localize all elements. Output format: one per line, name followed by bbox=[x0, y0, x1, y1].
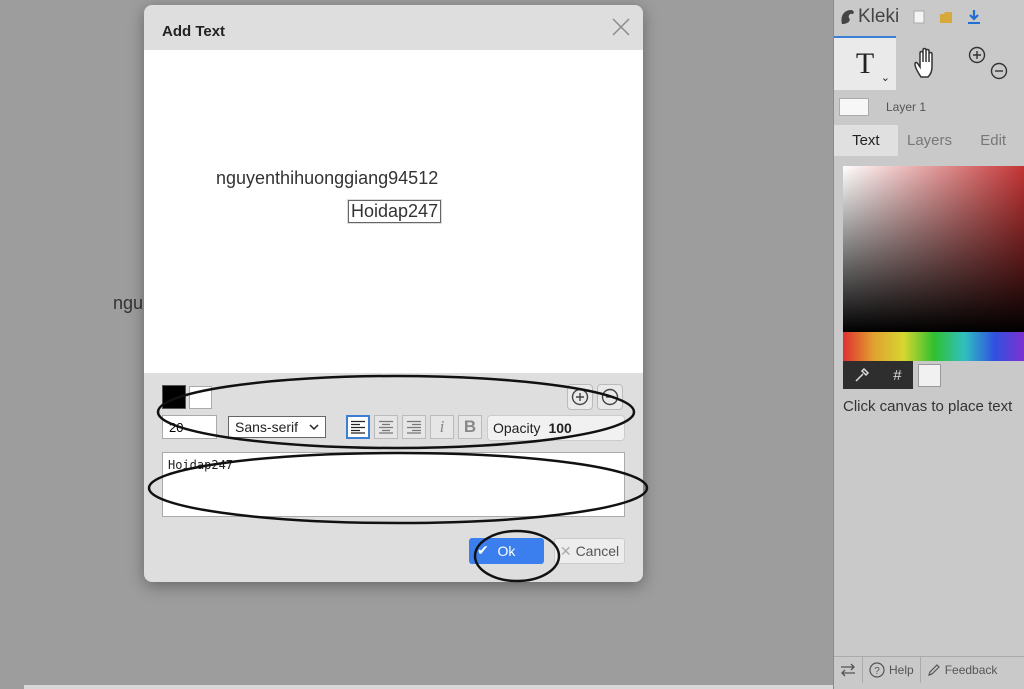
font-family-value: Sans-serif bbox=[235, 419, 299, 435]
tab-layers[interactable]: Layers bbox=[898, 125, 962, 156]
align-left-button[interactable] bbox=[346, 415, 370, 439]
zoom-in-icon[interactable] bbox=[968, 46, 986, 64]
chevron-down-icon: ⌄ bbox=[880, 72, 890, 84]
tab-edit[interactable]: Edit bbox=[961, 125, 1024, 156]
opacity-slider[interactable]: Opacity 100 bbox=[487, 415, 625, 441]
italic-button[interactable]: i bbox=[430, 415, 454, 439]
text-tool-button[interactable]: T ⌄ bbox=[834, 36, 896, 90]
zoom-controls bbox=[958, 36, 1018, 90]
kleki-logo-icon bbox=[841, 10, 854, 24]
zoom-in-button[interactable] bbox=[567, 384, 593, 410]
hex-input-button[interactable]: # bbox=[893, 367, 901, 384]
secondary-color-swatch[interactable] bbox=[918, 364, 941, 387]
align-right-icon bbox=[407, 420, 421, 434]
zoom-out-icon[interactable] bbox=[990, 62, 1008, 80]
help-icon: ? bbox=[869, 662, 885, 678]
cancel-label: Cancel bbox=[575, 543, 620, 559]
checkmark-icon: ✔ bbox=[477, 542, 489, 558]
font-size-input[interactable] bbox=[162, 415, 217, 439]
background-color-swatch[interactable] bbox=[189, 386, 212, 409]
layer-row[interactable]: Layer 1 bbox=[834, 92, 1024, 122]
panel-tabs: Text Layers Edit bbox=[834, 125, 1024, 156]
swap-button[interactable] bbox=[834, 657, 863, 683]
cancel-x-icon: ✕ bbox=[559, 542, 572, 559]
app-name: Kleki bbox=[858, 6, 900, 27]
text-tool-icon: T bbox=[855, 47, 875, 80]
panel-footer: ? Help Feedback bbox=[834, 656, 1024, 683]
svg-text:?: ? bbox=[874, 666, 880, 677]
download-icon[interactable] bbox=[967, 9, 981, 25]
new-file-icon[interactable] bbox=[913, 10, 925, 24]
dialog-header: Add Text bbox=[144, 5, 643, 51]
hand-tool-button[interactable] bbox=[896, 36, 958, 90]
help-button[interactable]: ? Help bbox=[863, 657, 921, 683]
tool-row: T ⌄ bbox=[834, 36, 1024, 90]
help-label: Help bbox=[889, 663, 914, 677]
color-row bbox=[162, 383, 626, 411]
feedback-label: Feedback bbox=[944, 663, 998, 677]
text-preview[interactable]: nguyenthihuonggiang94512 Hoidap247 bbox=[144, 50, 643, 373]
ok-label: Ok bbox=[497, 543, 516, 559]
preview-new-text[interactable]: Hoidap247 bbox=[348, 200, 442, 223]
text-color-swatch[interactable] bbox=[162, 385, 186, 409]
hue-slider[interactable] bbox=[843, 332, 1024, 361]
align-center-button[interactable] bbox=[374, 415, 398, 439]
app-logo: Kleki bbox=[840, 6, 899, 28]
layer-name: Layer 1 bbox=[886, 100, 927, 114]
opacity-label: Opacity bbox=[493, 420, 541, 436]
feedback-icon bbox=[927, 664, 940, 676]
align-left-icon bbox=[351, 420, 365, 434]
layer-thumbnail bbox=[839, 98, 869, 116]
font-family-select[interactable]: Sans-serif bbox=[228, 416, 326, 438]
cancel-button[interactable]: ✕ Cancel bbox=[554, 538, 625, 564]
feedback-button[interactable]: Feedback bbox=[921, 657, 1004, 683]
opacity-value: 100 bbox=[548, 420, 572, 436]
close-icon[interactable] bbox=[611, 17, 631, 37]
preview-existing-text: nguyenthihuonggiang94512 bbox=[216, 168, 439, 188]
add-text-dialog: Add Text nguyenthihuonggiang94512 Hoidap… bbox=[144, 5, 643, 582]
open-folder-icon[interactable] bbox=[939, 10, 953, 24]
color-picker-area[interactable] bbox=[843, 166, 1024, 332]
panel-header: Kleki bbox=[834, 0, 1024, 34]
bold-button[interactable]: B bbox=[458, 415, 482, 439]
tool-hint: Click canvas to place text bbox=[843, 398, 1013, 415]
hand-tool-icon bbox=[914, 47, 933, 78]
tab-text[interactable]: Text bbox=[834, 125, 898, 156]
align-center-icon bbox=[379, 420, 393, 434]
ok-button[interactable]: ✔ Ok bbox=[469, 538, 544, 564]
canvas-text: ngu bbox=[113, 293, 144, 313]
tool-panel: Kleki T ⌄ Layer 1 Text Layers Edit # Cli… bbox=[833, 0, 1024, 689]
zoom-out-icon bbox=[601, 388, 619, 406]
eyedropper-icon[interactable] bbox=[854, 367, 870, 383]
format-row: Sans-serif i B Opacity 100 bbox=[162, 415, 626, 441]
color-tools: # bbox=[843, 361, 913, 389]
zoom-out-button[interactable] bbox=[597, 384, 623, 410]
text-input[interactable]: Hoidap247 bbox=[162, 452, 625, 517]
align-right-button[interactable] bbox=[402, 415, 426, 439]
swap-icon bbox=[841, 663, 855, 677]
zoom-in-icon bbox=[571, 388, 589, 406]
dialog-title: Add Text bbox=[162, 23, 226, 40]
chevron-down-icon bbox=[309, 424, 319, 431]
